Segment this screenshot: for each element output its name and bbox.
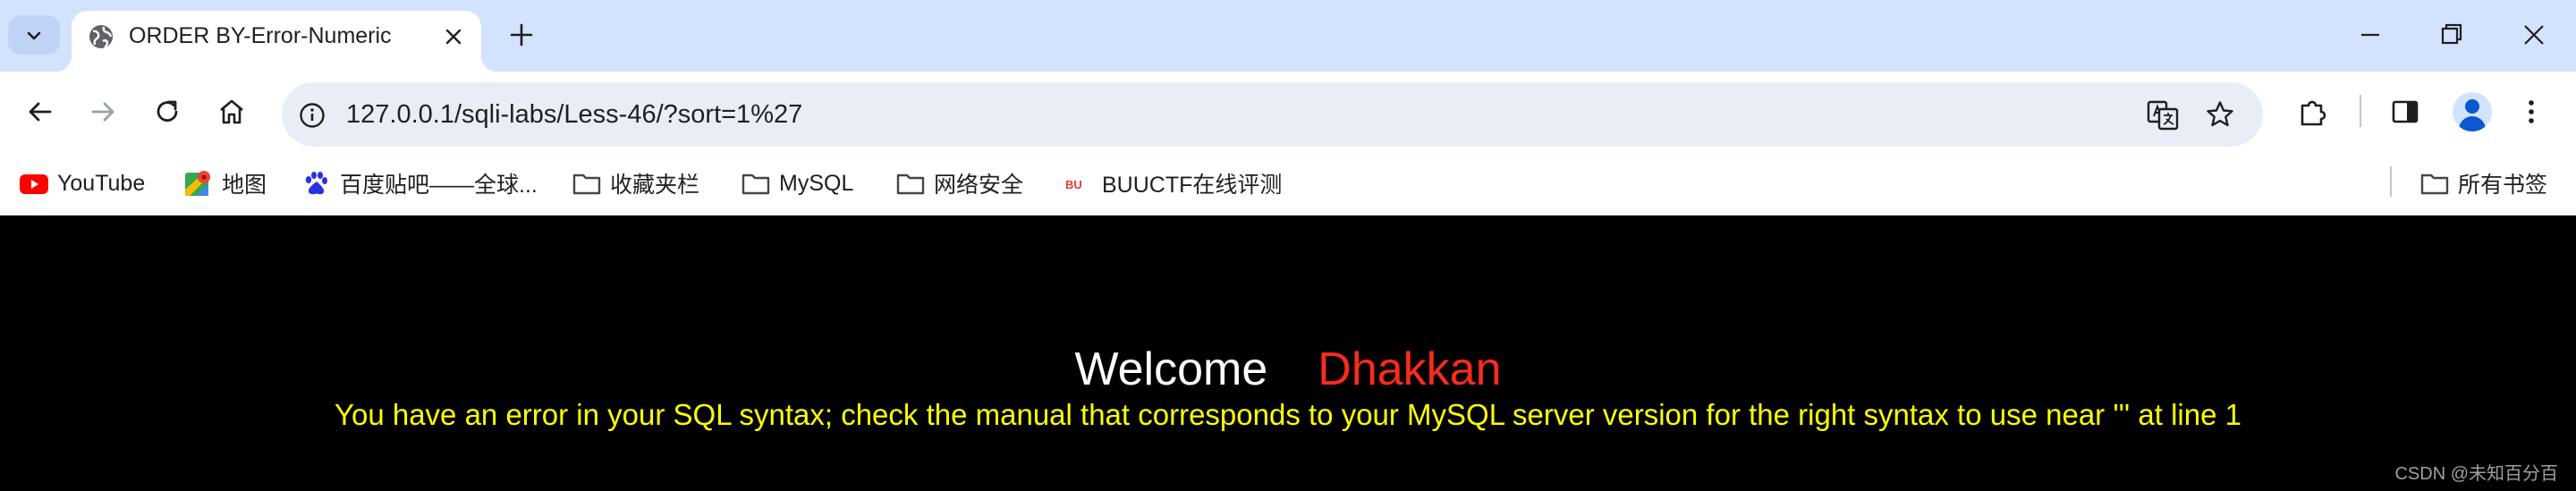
- toolbar-divider: [2360, 95, 2361, 127]
- folder-icon: [2420, 170, 2449, 197]
- buuctf-icon: BU: [1064, 170, 1091, 197]
- folder-icon: [896, 170, 925, 197]
- home-icon[interactable]: [216, 97, 247, 127]
- close-window-icon[interactable]: [2521, 20, 2547, 50]
- tab-strip: ORDER BY-Error-Numeric: [0, 0, 2576, 72]
- bookmark-baidu-tieba[interactable]: 百度贴吧——全球...: [302, 164, 538, 203]
- side-panel-icon[interactable]: [2390, 97, 2420, 127]
- bookmark-maps[interactable]: 地图: [184, 164, 267, 203]
- reload-icon[interactable]: [152, 97, 182, 127]
- all-bookmarks-button[interactable]: 所有书签: [2420, 164, 2547, 203]
- chevron-down-icon: [27, 31, 41, 40]
- baidu-icon: [302, 170, 329, 197]
- folder-icon: [572, 170, 601, 197]
- extensions-icon[interactable]: [2297, 97, 2329, 129]
- url-text[interactable]: 127.0.0.1/sqli-labs/Less-46/?sort=1%27: [346, 100, 802, 130]
- welcome-text: Welcome: [1074, 343, 1268, 395]
- bookmark-buuctf[interactable]: BU BUUCTF在线评测: [1064, 164, 1282, 203]
- back-arrow-icon[interactable]: [25, 97, 55, 127]
- tab-search-button[interactable]: [8, 15, 60, 55]
- welcome-line: Welcome Dhakkan: [0, 343, 2576, 396]
- folder-icon: [741, 170, 770, 197]
- forward-arrow-icon[interactable]: [88, 97, 118, 127]
- browser-toolbar: 127.0.0.1/sqli-labs/Less-46/?sort=1%27: [0, 72, 2576, 154]
- tab-title: ORDER BY-Error-Numeric: [129, 23, 392, 48]
- bookmarks-divider: [2390, 166, 2392, 197]
- watermark: CSDN @未知百分百: [2394, 464, 2558, 484]
- bookmark-folder-favorites[interactable]: 收藏夹栏: [572, 164, 699, 203]
- close-tab-icon[interactable]: [440, 23, 467, 50]
- translate-icon[interactable]: [2147, 100, 2179, 131]
- youtube-icon: [20, 170, 48, 197]
- page-content: Welcome Dhakkan You have an error in your…: [0, 216, 2576, 491]
- username-text: Dhakkan: [1318, 343, 1502, 395]
- site-info-icon[interactable]: [298, 101, 326, 130]
- bookmark-star-icon[interactable]: [2205, 99, 2235, 130]
- new-tab-icon[interactable]: [506, 20, 537, 50]
- bookmarks-bar: YouTube 地图 百度贴吧——全球... 收藏夹栏 MySQL 网络安全 B…: [0, 154, 2576, 216]
- minimize-icon[interactable]: [2357, 20, 2384, 50]
- restore-icon[interactable]: [2438, 20, 2465, 50]
- globe-icon: [89, 25, 113, 48]
- sql-error-message: You have an error in your SQL syntax; ch…: [335, 398, 2241, 431]
- profile-avatar[interactable]: [2453, 92, 2492, 131]
- bookmark-youtube[interactable]: YouTube: [20, 164, 145, 203]
- svg-text:BU: BU: [1065, 178, 1082, 191]
- more-menu-icon[interactable]: [2524, 97, 2538, 127]
- maps-icon: [184, 170, 211, 197]
- active-tab[interactable]: ORDER BY-Error-Numeric: [55, 11, 497, 72]
- address-bar[interactable]: 127.0.0.1/sqli-labs/Less-46/?sort=1%27: [282, 82, 2263, 147]
- bookmark-folder-security[interactable]: 网络安全: [896, 164, 1023, 203]
- bookmark-folder-mysql[interactable]: MySQL: [741, 164, 853, 203]
